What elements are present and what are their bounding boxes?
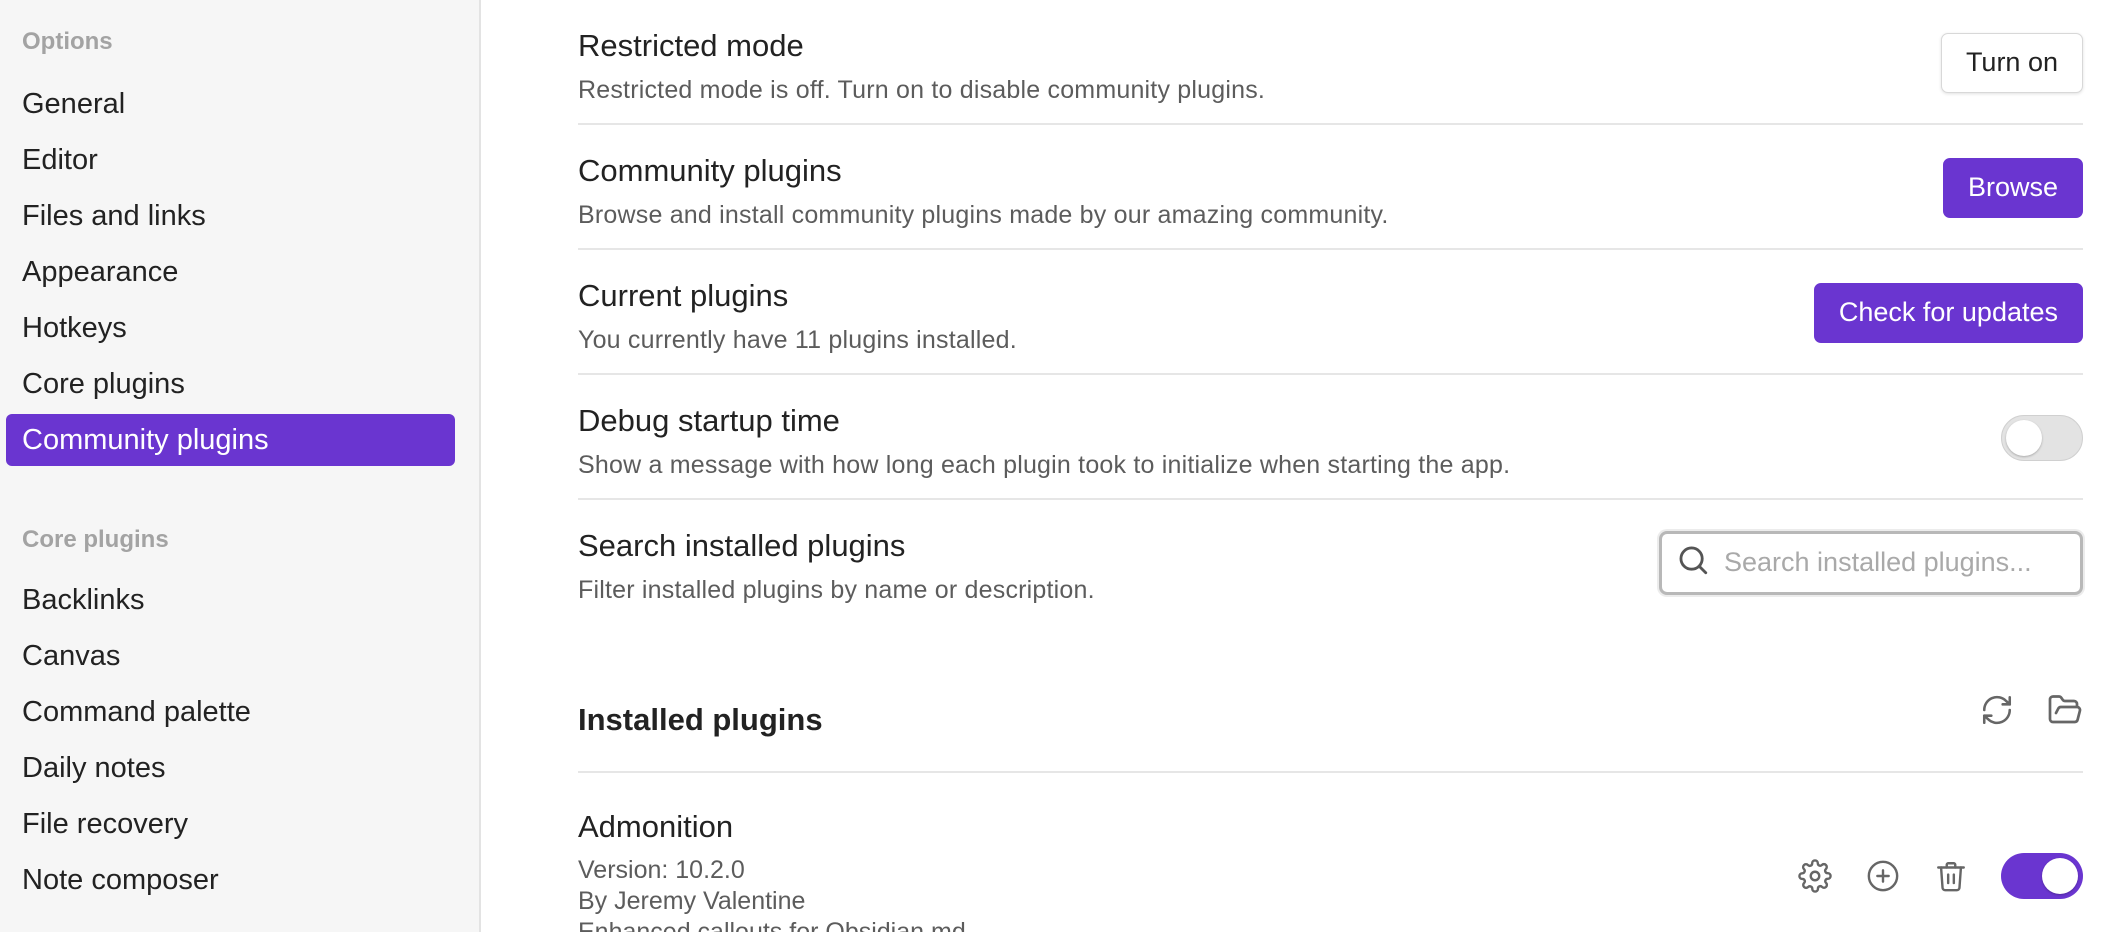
setting-name: Search installed plugins [578,528,906,563]
search-icon [1676,543,1710,582]
sidebar-item-file-recovery[interactable]: File recovery [6,798,455,850]
plugin-author: By Jeremy Valentine [578,887,806,915]
sidebar-item-general[interactable]: General [6,78,455,130]
setting-name: Restricted mode [578,28,804,63]
plus-circle-icon[interactable] [1865,858,1901,894]
installed-plugins-heading: Installed plugins [578,702,823,737]
plugin-meta: Version: 10.2.0 By Jeremy Valentine Enha… [578,855,966,932]
setting-description: Restricted mode is off. Turn on to disab… [578,76,1266,104]
setting-current-plugins: Current plugins You currently have 11 pl… [578,250,2083,375]
search-installed-plugins-input[interactable] [1724,547,2044,578]
setting-description: Show a message with how long each plugin… [578,451,1511,479]
sidebar-item-core-plugins[interactable]: Core plugins [6,358,455,410]
toggle-knob [2006,419,2042,456]
plugin-description: Enhanced callouts for Obsidian.md [578,918,966,932]
settings-content: Restricted mode Restricted mode is off. … [481,0,2118,932]
setting-search-installed-plugins: Search installed plugins Filter installe… [578,500,2083,625]
sidebar-heading-options: Options [22,28,113,55]
setting-description: Browse and install community plugins mad… [578,201,1389,229]
check-for-updates-button[interactable]: Check for updates [1813,282,2083,343]
plugin-name: Admonition [578,809,734,844]
sidebar-item-community-plugins[interactable]: Community plugins [6,414,455,466]
sidebar-item-files-and-links[interactable]: Files and links [6,190,455,242]
sidebar-heading-core-plugins: Core plugins [22,526,169,553]
sidebar-item-daily-notes[interactable]: Daily notes [6,742,455,794]
plugin-enabled-toggle[interactable] [2001,853,2083,899]
settings-sidebar: Options General Editor Files and links A… [0,0,481,932]
sidebar-item-hotkeys[interactable]: Hotkeys [6,302,455,354]
sidebar-item-appearance[interactable]: Appearance [6,246,455,298]
sidebar-item-command-palette[interactable]: Command palette [6,686,455,738]
plugin-version: Version: 10.2.0 [578,856,745,884]
turn-on-restricted-mode-button[interactable]: Turn on [1940,32,2083,93]
installed-plugins-header: Installed plugins [578,625,2083,773]
settings-window: Options General Editor Files and links A… [0,0,2118,932]
reload-icon[interactable] [1979,692,2015,728]
folder-open-icon[interactable] [2047,692,2083,728]
trash-icon[interactable] [1933,858,1969,894]
setting-description: You currently have 11 plugins installed. [578,326,1017,354]
toggle-knob [2042,858,2078,894]
setting-name: Debug startup time [578,403,840,438]
setting-name: Current plugins [578,278,789,313]
sidebar-item-editor[interactable]: Editor [6,134,455,186]
plugin-item-admonition: Admonition Version: 10.2.0 By Jeremy Val… [578,773,2083,932]
sidebar-item-backlinks[interactable]: Backlinks [6,574,455,626]
setting-description: Filter installed plugins by name or desc… [578,576,1095,604]
setting-debug-startup-time: Debug startup time Show a message with h… [578,375,2083,500]
sidebar-item-note-composer[interactable]: Note composer [6,854,455,906]
setting-community-plugins: Community plugins Browse and install com… [578,125,2083,250]
gear-icon[interactable] [1797,858,1833,894]
community-plugins-panel: Restricted mode Restricted mode is off. … [578,0,2083,932]
debug-startup-time-toggle[interactable] [2001,414,2083,461]
search-installed-plugins-field[interactable] [1659,530,2083,595]
setting-restricted-mode: Restricted mode Restricted mode is off. … [578,0,2083,125]
browse-button[interactable]: Browse [1942,157,2083,218]
sidebar-item-canvas[interactable]: Canvas [6,630,455,682]
setting-name: Community plugins [578,153,842,188]
